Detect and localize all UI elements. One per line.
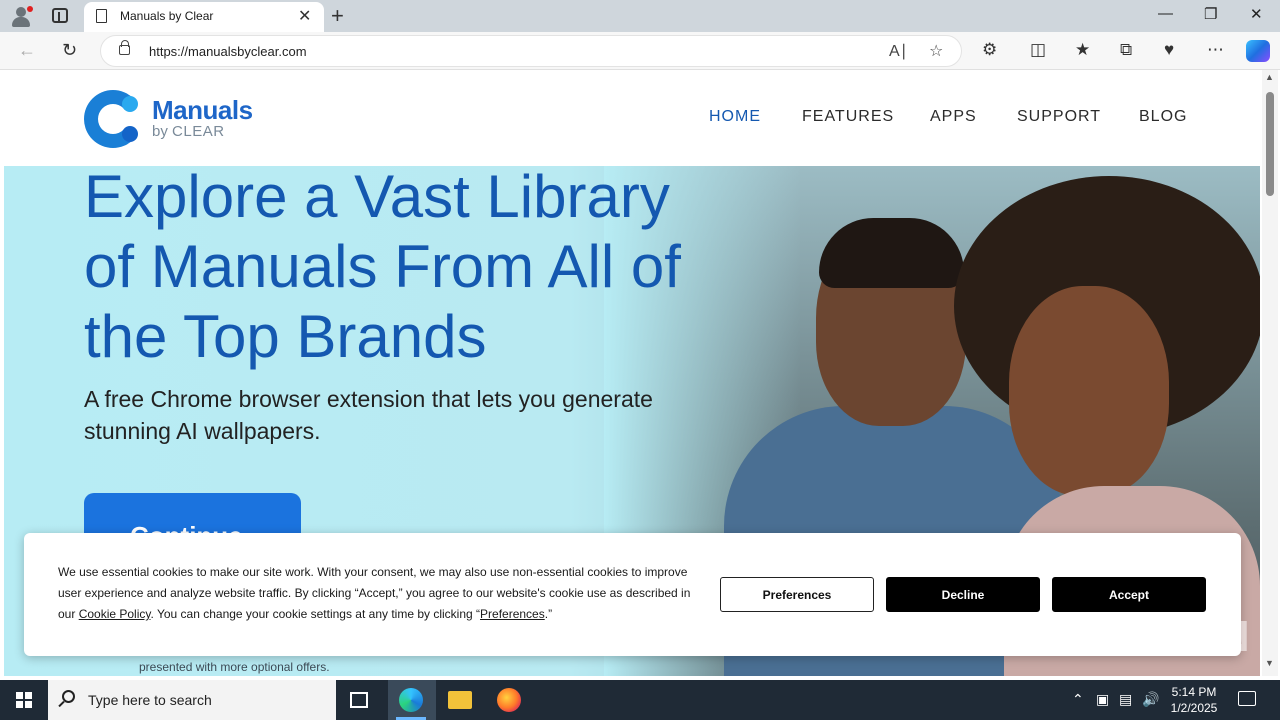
extensions-icon[interactable]: ⚙ <box>982 40 997 60</box>
windows-taskbar: Type here to search ⌃ ▣ ▤ 🔊 5:14 PM 1/2/… <box>0 680 1280 720</box>
preferences-link[interactable]: Preferences <box>480 607 545 621</box>
hero-subtitle: A free Chrome browser extension that let… <box>84 386 653 444</box>
file-explorer-icon[interactable] <box>448 691 472 709</box>
window-close-icon[interactable]: ✕ <box>1250 5 1263 23</box>
windows-start-icon[interactable] <box>16 692 32 708</box>
lock-icon[interactable] <box>119 40 130 55</box>
firefox-icon[interactable] <box>497 688 521 712</box>
accept-button[interactable]: Accept <box>1052 577 1206 612</box>
anyrun-watermark: ANY RUN <box>1038 612 1252 661</box>
address-toolbar: ← ↻ https://manualsbyclear.com A∣ ☆ ⚙ ◫ … <box>0 32 1280 70</box>
nav-apps[interactable]: APPS <box>930 108 977 126</box>
clock-date: 1/2/2025 <box>1170 701 1218 715</box>
page-scrollbar[interactable]: ▲ ▼ <box>1262 70 1278 676</box>
taskbar-search[interactable]: Type here to search <box>48 680 336 720</box>
nav-blog[interactable]: BLOG <box>1139 108 1187 126</box>
read-aloud-icon[interactable]: A∣ <box>889 41 908 61</box>
nav-features[interactable]: FEATURES <box>802 108 894 126</box>
notifications-icon[interactable] <box>1238 691 1256 706</box>
nav-support[interactable]: SUPPORT <box>1017 108 1101 126</box>
scroll-up-icon[interactable]: ▲ <box>1265 72 1274 82</box>
edge-browser-icon[interactable] <box>399 688 423 712</box>
search-placeholder: Type here to search <box>88 692 212 708</box>
hero-disclaimer: presented with more optional offers. <box>139 660 330 674</box>
refresh-icon[interactable]: ↻ <box>62 40 77 61</box>
cookie-text: We use essential cookies to make our sit… <box>58 565 691 621</box>
tab-close-icon[interactable]: ✕ <box>298 6 311 26</box>
favorite-star-icon[interactable]: ☆ <box>929 41 943 61</box>
nav-home[interactable]: HOME <box>709 108 761 126</box>
search-icon <box>62 690 75 703</box>
logo-by: by <box>152 123 168 140</box>
task-view-icon[interactable] <box>350 692 368 708</box>
network-icon[interactable]: ▤ <box>1119 691 1132 708</box>
profile-icon[interactable] <box>10 6 33 28</box>
logo-tagline: by CLEAR <box>152 123 225 140</box>
preferences-button[interactable]: Preferences <box>720 577 874 612</box>
new-tab-button[interactable]: + <box>331 3 344 29</box>
decline-button[interactable]: Decline <box>886 577 1040 612</box>
url-text[interactable]: https://manualsbyclear.com <box>149 44 307 59</box>
volume-icon[interactable]: 🔊 <box>1142 691 1159 708</box>
browser-tab-bar: Manuals by Clear ✕ + — ❐ ✕ <box>0 0 1280 32</box>
copilot-icon[interactable] <box>1246 40 1270 62</box>
split-screen-icon[interactable]: ◫ <box>1030 40 1046 60</box>
restore-icon[interactable]: ❐ <box>1204 5 1217 23</box>
more-menu-icon[interactable]: ⋯ <box>1207 40 1224 60</box>
collections-icon[interactable]: ⧉ <box>1120 40 1132 60</box>
meet-now-icon[interactable]: ▣ <box>1096 691 1109 708</box>
tab-title: Manuals by Clear <box>120 9 214 23</box>
taskbar-clock[interactable]: 5:14 PM 1/2/2025 <box>1166 684 1222 716</box>
address-field[interactable]: https://manualsbyclear.com A∣ ☆ <box>100 35 962 67</box>
cookie-policy-link[interactable]: Cookie Policy <box>79 607 151 621</box>
clock-time: 5:14 PM <box>1171 685 1217 699</box>
scroll-down-icon[interactable]: ▼ <box>1265 658 1274 668</box>
site-header: Manuals by CLEAR HOME FEATURES APPS SUPP… <box>4 70 1260 166</box>
back-icon[interactable]: ← <box>18 40 36 61</box>
browser-tab[interactable]: Manuals by Clear ✕ <box>84 2 324 32</box>
logo-brand: CLEAR <box>172 123 225 140</box>
browser-essentials-icon[interactable]: ♥ <box>1164 40 1174 60</box>
tray-overflow-icon[interactable]: ⌃ <box>1072 691 1084 708</box>
scroll-thumb[interactable] <box>1266 92 1274 196</box>
page-icon <box>96 9 107 23</box>
minimize-icon[interactable]: — <box>1158 5 1173 22</box>
tab-actions-icon[interactable] <box>52 8 68 23</box>
favorites-icon[interactable]: ★ <box>1075 40 1090 60</box>
hero-title: Explore a Vast Library of Manuals From A… <box>84 163 681 370</box>
logo-icon[interactable] <box>84 90 146 148</box>
logo-wordmark[interactable]: Manuals <box>152 95 253 126</box>
